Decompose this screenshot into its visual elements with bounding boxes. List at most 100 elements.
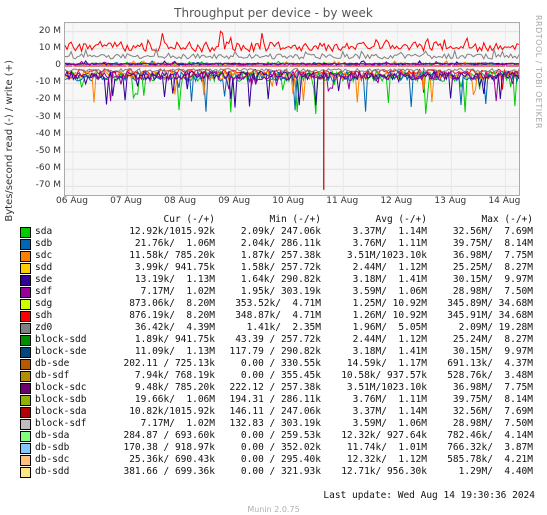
legend-avg: 3.51M/1023.10k [321,382,427,394]
legend-swatch [20,323,31,334]
legend-series-name: block-sdb [35,394,109,406]
x-tick-label: 06 Aug [56,196,88,206]
legend-swatch [20,299,31,310]
y-tick-label: 20 M [39,26,61,36]
legend-avg: 11.74k/ 1.01M [321,442,427,454]
x-tick-label: 11 Aug [326,196,358,206]
y-tick-label: -40 M [36,129,61,139]
legend-min: 1.41k/ 2.35M [215,322,321,334]
legend-row: db-sda284.87 / 693.60k0.00 / 259.53k12.3… [20,430,530,442]
legend-max: 30.15M/ 9.97M [427,274,533,286]
legend-series-name: db-sde [35,358,109,370]
y-tick-label: -70 M [36,180,61,190]
legend-row: sdc11.58k/ 785.20k1.87k/ 257.38k3.51M/10… [20,250,530,262]
legend-max: 28.98M/ 7.50M [427,286,533,298]
legend-cur: 9.48k/ 785.20k [109,382,215,394]
legend-cur: 21.76k/ 1.06M [109,238,215,250]
legend-cur: 7.17M/ 1.02M [109,418,215,430]
legend-row: sdf7.17M/ 1.02M1.95k/ 303.19k3.59M/ 1.06… [20,286,530,298]
legend-row: block-sdd1.89k/ 941.75k43.39 / 257.72k2.… [20,334,530,346]
legend-cur: 11.09k/ 1.13M [109,346,215,358]
legend-cur: 170.38 / 918.97k [109,442,215,454]
y-tick-label: -50 M [36,146,61,156]
legend-row: db-sdb170.38 / 918.97k0.00 / 352.02k11.7… [20,442,530,454]
legend-cur: 19.66k/ 1.06M [109,394,215,406]
legend-swatch [20,263,31,274]
legend-avg: 2.44M/ 1.12M [321,262,427,274]
legend-avg: 3.18M/ 1.41M [321,346,427,358]
y-tick-label: -30 M [36,112,61,122]
legend-cur: 36.42k/ 4.39M [109,322,215,334]
legend-max: 782.46k/ 4.14M [427,430,533,442]
legend-swatch [20,275,31,286]
legend-min: 2.09k/ 247.06k [215,226,321,238]
y-axis-label: Bytes/second read (-) / write (+) [4,60,15,222]
legend-row: block-sda10.82k/1015.92k146.11 / 247.06k… [20,406,530,418]
legend-cur: 381.66 / 699.36k [109,466,215,478]
x-tick-label: 10 Aug [272,196,304,206]
legend-min: 1.64k/ 290.82k [215,274,321,286]
legend-row: db-sdd381.66 / 699.36k0.00 / 321.93k12.7… [20,466,530,478]
legend-series-name: sdc [35,250,109,262]
legend-row: sdd3.99k/ 941.75k1.58k/ 257.72k2.44M/ 1.… [20,262,530,274]
x-tick-label: 08 Aug [164,196,196,206]
legend-avg: 3.76M/ 1.11M [321,238,427,250]
legend-series-name: zd0 [35,322,109,334]
legend-max: 691.13k/ 4.37M [427,358,533,370]
legend-row: sdb21.76k/ 1.06M2.04k/ 286.11k3.76M/ 1.1… [20,238,530,250]
legend-min: 353.52k/ 4.71M [215,298,321,310]
legend-series-name: block-sdc [35,382,109,394]
legend-avg: 10.58k/ 937.57k [321,370,427,382]
rrdtool-credit: RRDTOOL / TOBI OETIKER [534,15,543,129]
legend-row: db-sdc25.36k/ 690.43k0.00 / 295.40k12.32… [20,454,530,466]
legend-avg: 3.59M/ 1.06M [321,418,427,430]
legend-swatch [20,395,31,406]
legend-min: 194.31 / 286.11k [215,394,321,406]
legend-row: db-sde202.11 / 725.13k0.00 / 330.55k14.5… [20,358,530,370]
x-tick-label: 09 Aug [218,196,250,206]
legend-series-name: sdb [35,238,109,250]
chart-legend: Cur (-/+)Min (-/+)Avg (-/+)Max (-/+)sda1… [20,214,530,478]
legend-max: 39.75M/ 8.14M [427,238,533,250]
legend-series-name: block-sda [35,406,109,418]
x-axis-ticks: 06 Aug07 Aug08 Aug09 Aug10 Aug11 Aug12 A… [64,196,518,210]
legend-max: 32.56M/ 7.69M [427,226,533,238]
legend-cur: 3.99k/ 941.75k [109,262,215,274]
legend-avg: 12.32k/ 1.12M [321,454,427,466]
legend-min: 117.79 / 290.82k [215,346,321,358]
legend-row: sda12.92k/1015.92k2.09k/ 247.06k3.37M/ 1… [20,226,530,238]
legend-avg: 1.26M/ 10.92M [321,310,427,322]
legend-min: 1.87k/ 257.38k [215,250,321,262]
legend-cur: 7.17M/ 1.02M [109,286,215,298]
legend-max: 25.24M/ 8.27M [427,334,533,346]
legend-max: 2.09M/ 19.28M [427,322,533,334]
legend-avg: 3.37M/ 1.14M [321,226,427,238]
legend-avg: 1.25M/ 10.92M [321,298,427,310]
legend-avg: 12.32k/ 927.64k [321,430,427,442]
legend-cur: 13.19k/ 1.13M [109,274,215,286]
legend-min: 0.00 / 352.02k [215,442,321,454]
legend-series-name: db-sdd [35,466,109,478]
legend-series-name: sdh [35,310,109,322]
legend-swatch [20,443,31,454]
legend-cur: 284.87 / 693.60k [109,430,215,442]
legend-series-name: db-sdc [35,454,109,466]
legend-row: block-sdc9.48k/ 785.20k222.12 / 257.38k3… [20,382,530,394]
legend-max: 345.91M/ 34.68M [427,310,533,322]
y-tick-label: -10 M [36,77,61,87]
legend-swatch [20,419,31,430]
legend-avg: 3.59M/ 1.06M [321,286,427,298]
chart-title: Throughput per device - by week [0,6,547,20]
legend-series-name: db-sdb [35,442,109,454]
legend-series-name: block-sde [35,346,109,358]
legend-max: 36.98M/ 7.75M [427,382,533,394]
legend-cur: 12.92k/1015.92k [109,226,215,238]
legend-avg: 2.44M/ 1.12M [321,334,427,346]
legend-series-name: sda [35,226,109,238]
legend-avg: 3.76M/ 1.11M [321,394,427,406]
legend-max: 39.75M/ 8.14M [427,394,533,406]
legend-swatch [20,347,31,358]
legend-row: block-sdb19.66k/ 1.06M194.31 / 286.11k3.… [20,394,530,406]
legend-min: 132.83 / 303.19k [215,418,321,430]
legend-max: 585.78k/ 4.21M [427,454,533,466]
